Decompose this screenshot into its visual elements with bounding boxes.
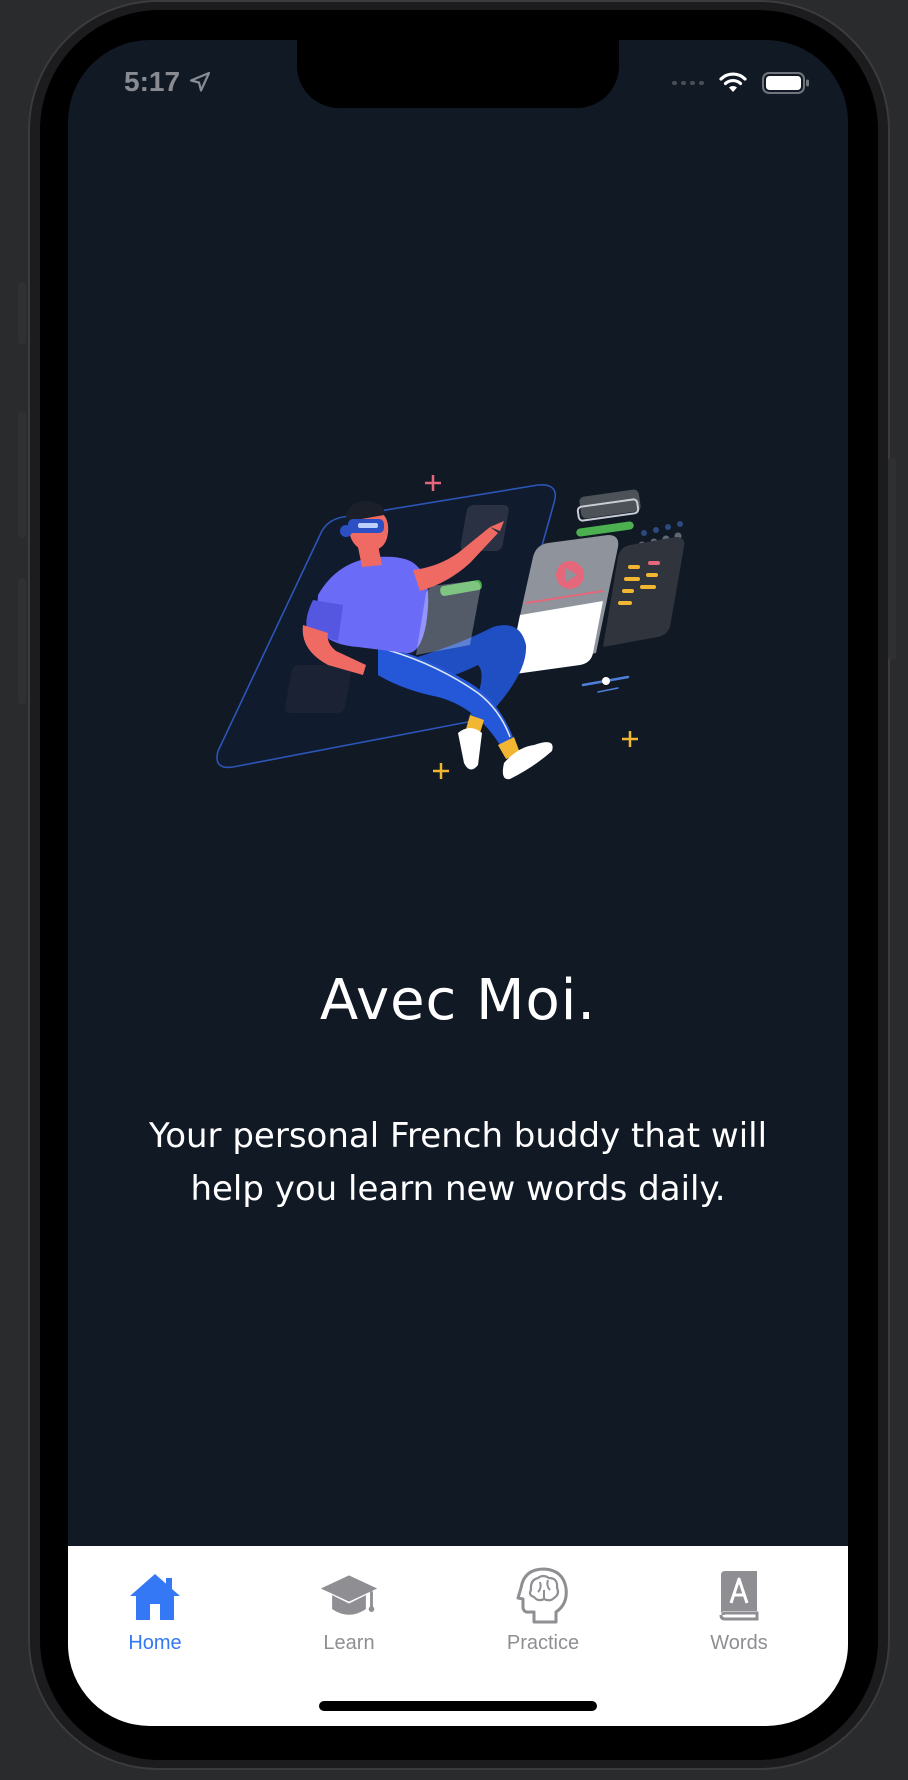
tab-practice[interactable]: Practice bbox=[468, 1566, 618, 1666]
app-screen: 5:17 Avec Moi. Your personal French budd… bbox=[68, 40, 848, 1726]
tab-bar: Home Learn Practice Words bbox=[68, 1546, 848, 1726]
cellular-signal-icon bbox=[672, 81, 704, 85]
volume-up-button bbox=[18, 412, 26, 538]
tab-home-label: Home bbox=[128, 1632, 182, 1654]
home-indicator[interactable] bbox=[319, 1701, 597, 1711]
graduation-cap-icon bbox=[320, 1575, 378, 1615]
mute-switch bbox=[18, 282, 26, 344]
dictionary-book-icon bbox=[719, 1571, 759, 1621]
volume-down-button bbox=[18, 578, 26, 704]
tab-home[interactable]: Home bbox=[80, 1566, 230, 1666]
tab-words-label: Words bbox=[710, 1632, 768, 1654]
status-time: 5:17 bbox=[124, 66, 212, 98]
power-button bbox=[888, 458, 896, 660]
house-icon bbox=[130, 1574, 180, 1620]
status-time-text: 5:17 bbox=[124, 66, 181, 97]
brain-head-icon bbox=[516, 1567, 568, 1624]
tab-words[interactable]: Words bbox=[664, 1566, 814, 1666]
location-arrow-icon bbox=[189, 71, 211, 92]
page-subtitle: Your personal French buddy that will hel… bbox=[148, 1116, 768, 1209]
tab-learn[interactable]: Learn bbox=[274, 1566, 424, 1666]
tab-learn-label: Learn bbox=[323, 1632, 375, 1654]
tab-practice-label: Practice bbox=[506, 1632, 580, 1654]
battery-icon bbox=[762, 72, 809, 94]
notch bbox=[297, 40, 619, 108]
vr-person-illustration bbox=[216, 475, 685, 780]
page-title: Avec Moi. bbox=[319, 968, 597, 1033]
wifi-icon bbox=[719, 72, 747, 92]
status-indicators bbox=[672, 72, 810, 94]
